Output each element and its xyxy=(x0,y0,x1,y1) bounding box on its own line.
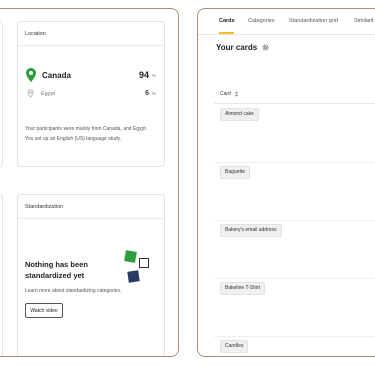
percent-unit: % xyxy=(151,72,156,78)
overview-panel: Location Canada 94 % Egypt 6 % Your part… xyxy=(0,8,179,357)
card-chip[interactable]: Almond cake xyxy=(220,108,259,121)
card-column-label: Card xyxy=(220,91,231,97)
card-chip[interactable]: Bakeline T-Shirt xyxy=(220,282,266,295)
standardization-card-title: Standardization xyxy=(18,195,164,219)
card-column-header[interactable]: Card xyxy=(220,91,239,97)
cards-panel: Cards Categories Standardization grid Si… xyxy=(197,8,375,357)
map-pin-icon xyxy=(26,68,36,82)
percent-unit: % xyxy=(151,91,156,96)
card-chip[interactable]: Candles xyxy=(220,340,249,353)
standardization-empty-heading: Nothing has been standardized yet xyxy=(25,260,88,280)
standardization-card: Standardization Nothing has been standar… xyxy=(17,194,165,356)
row-divider xyxy=(214,336,375,337)
location-card: Location Canada 94 % Egypt 6 % Your part… xyxy=(17,21,165,167)
tab-cards[interactable]: Cards xyxy=(219,18,235,24)
card-chip[interactable]: Bakery's email address xyxy=(220,224,282,237)
watch-video-button[interactable]: Watch video xyxy=(25,303,63,318)
your-cards-heading: Your cards xyxy=(216,43,258,52)
partial-card-left-bottom xyxy=(0,194,3,356)
page-title: Your cards xyxy=(216,43,269,52)
location-percentage: 6 xyxy=(145,90,149,97)
location-row-egypt: Egypt 6 % xyxy=(26,89,156,98)
location-country: Canada xyxy=(42,70,71,80)
sort-icon[interactable] xyxy=(234,91,239,97)
tab-similarity[interactable]: Similarit xyxy=(354,18,374,24)
location-row-canada: Canada 94 % xyxy=(26,68,156,82)
language-summary: You set up an English (US) language stud… xyxy=(25,136,122,142)
location-country: Egypt xyxy=(41,90,56,97)
results-tabs: Cards Categories Standardization grid Si… xyxy=(198,9,375,35)
location-card-title: Location xyxy=(18,22,164,46)
row-divider xyxy=(214,278,375,279)
outline-square-illustration xyxy=(139,258,149,268)
row-divider xyxy=(214,220,375,221)
tab-categories[interactable]: Categories xyxy=(248,18,275,24)
active-tab-indicator xyxy=(219,32,234,34)
column-header-divider xyxy=(214,103,375,104)
card-chip[interactable]: Baguette xyxy=(220,166,251,179)
map-pin-outline-icon xyxy=(27,89,34,98)
gear-icon[interactable] xyxy=(262,44,269,51)
partial-card-left-top xyxy=(0,21,3,167)
location-summary: Your participants were mainly from Canad… xyxy=(25,126,148,132)
standardization-learn-more: Learn more about standardizing categorie… xyxy=(25,288,122,294)
location-percentage: 94 xyxy=(138,70,149,80)
tab-standardization-grid[interactable]: Standardization grid xyxy=(289,18,338,24)
row-divider xyxy=(214,162,375,163)
